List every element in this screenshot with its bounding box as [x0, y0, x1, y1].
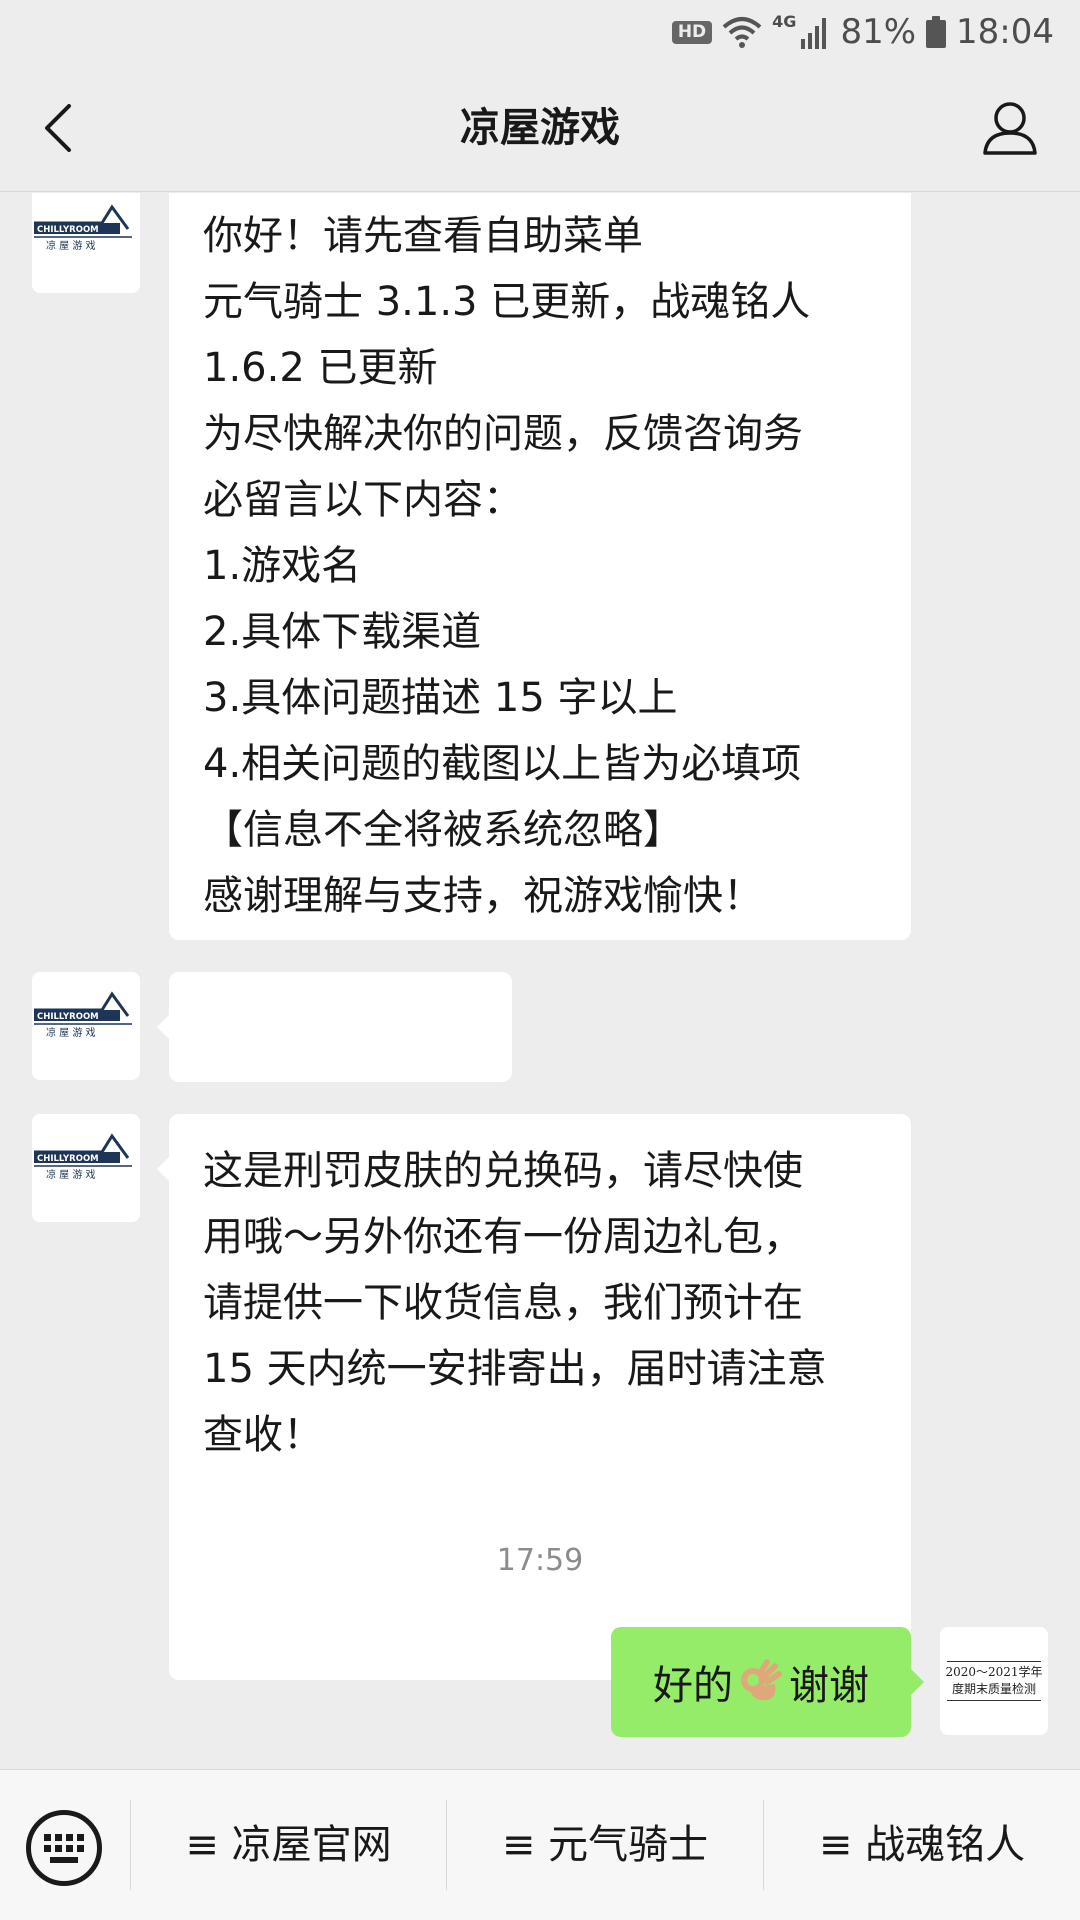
redacted-code-bubble[interactable] [169, 972, 512, 1166]
message-bubble[interactable]: 你好！请先查看自助菜单 元气骑士 3.1.3 已更新，战魂铭人 1.6.2 已更… [169, 193, 911, 940]
my-avatar-line2: 度期末质量检测 [951, 1682, 1036, 1696]
timestamp-label: 17:59 [496, 1543, 584, 1578]
logo-caption: 凉 屋 游 戏 [46, 1026, 96, 1039]
status-bar: HD 4G 81% 18:04 [0, 0, 1080, 64]
logo-brand: CHILLYROOM [37, 225, 99, 235]
person-icon [983, 102, 1037, 155]
menu-item-chillyroom-site[interactable]: ≡ 凉屋官网 [131, 1770, 446, 1920]
message-list[interactable]: CHILLYROOM 凉 屋 游 戏 你好！请先查看自助菜单 元气骑士 3.1.… [0, 193, 1080, 1769]
menu-item-otherworld-legends[interactable]: ≡ 战魂铭人 [764, 1770, 1080, 1920]
chillyroom-logo-icon: CHILLYROOM 凉 屋 游 戏 [34, 1133, 132, 1181]
official-avatar[interactable]: CHILLYROOM 凉 屋 游 戏 [32, 1114, 140, 1222]
sent-text-before: 好的 [653, 1663, 733, 1709]
signal-icon [801, 18, 827, 49]
keyboard-icon [44, 1834, 84, 1863]
avatar-rule [947, 1661, 1041, 1662]
sent-text-after: 谢谢 [789, 1663, 869, 1709]
network-type-label: 4G [772, 12, 797, 31]
logo-brand: CHILLYROOM [37, 1154, 99, 1164]
profile-button[interactable] [980, 98, 1040, 158]
status-indicators: HD 4G 81% 18:04 [671, 8, 1054, 56]
logo-caption: 凉 屋 游 戏 [46, 1168, 96, 1181]
battery-percent: 81% [840, 12, 917, 52]
my-avatar[interactable]: 2020～2021学年 度期末质量检测 [940, 1627, 1048, 1735]
wifi-icon [722, 17, 762, 48]
ok-hand-icon [737, 1658, 785, 1706]
menu-item-soul-knight[interactable]: ≡ 元气骑士 [447, 1770, 763, 1920]
sent-message-bubble[interactable]: 好的 谢谢 [611, 1627, 911, 1737]
sent-bubble-arrow [911, 1669, 924, 1695]
battery-icon [926, 16, 947, 48]
chillyroom-logo-icon: CHILLYROOM 凉 屋 游 戏 [34, 204, 132, 252]
logo-brand: CHILLYROOM [37, 1012, 99, 1022]
chillyroom-logo-icon: CHILLYROOM 凉 屋 游 戏 [34, 991, 132, 1039]
keyboard-toggle-button[interactable] [26, 1810, 102, 1886]
my-avatar-line1: 2020～2021学年 [945, 1665, 1043, 1679]
message-bubble[interactable]: 这是刑罚皮肤的兑换码，请尽快使 用哦～另外你还有一份周边礼包， 请提供一下收货信… [169, 1114, 911, 1680]
bottom-menu-bar: ≡ 凉屋官网 ≡ 元气骑士 ≡ 战魂铭人 [0, 1769, 1080, 1920]
official-avatar[interactable]: CHILLYROOM 凉 屋 游 戏 [32, 972, 140, 1080]
avatar-rule [947, 1700, 1041, 1701]
clock: 18:04 [956, 12, 1054, 52]
hd-badge: HD [671, 20, 713, 44]
chat-title: 凉屋游戏 [460, 105, 620, 151]
chat-header: 凉屋游戏 [0, 64, 1080, 192]
official-avatar[interactable]: CHILLYROOM 凉 屋 游 戏 [32, 193, 140, 293]
logo-caption: 凉 屋 游 戏 [46, 239, 96, 252]
